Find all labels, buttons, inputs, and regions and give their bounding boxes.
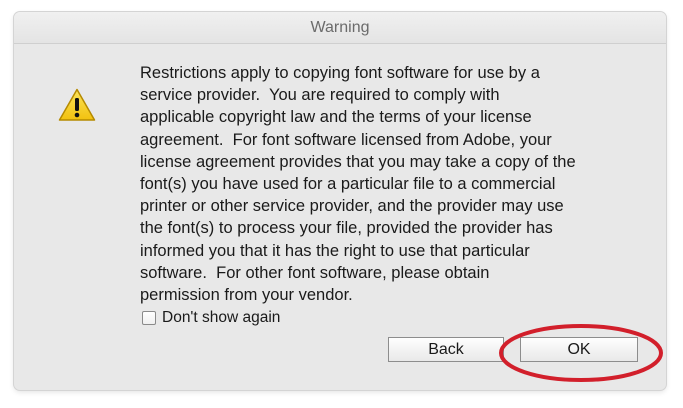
message-line: Restrictions apply to copying font softw… — [140, 64, 540, 82]
message-line: informed you that it has the right to us… — [140, 241, 530, 260]
message-line: the font(s) to process your file, provid… — [140, 219, 553, 238]
message-line: license agreement provides that you may … — [140, 152, 576, 171]
warning-dialog: Warning Restrictions apply to copying fo… — [14, 12, 666, 390]
dialog-titlebar[interactable]: Warning — [14, 12, 666, 44]
dont-show-again-label[interactable]: Don't show again — [162, 309, 280, 327]
message-line: printer or other service provider, and t… — [140, 197, 564, 216]
dont-show-again-checkbox[interactable] — [142, 311, 156, 325]
message-line: service provider. You are required to co… — [140, 86, 500, 105]
message-line: applicable copyright law and the terms o… — [140, 108, 532, 127]
message-line: permission from your vendor. — [140, 286, 353, 305]
back-button[interactable]: Back — [388, 337, 504, 362]
warning-triangle-icon — [58, 88, 96, 121]
dialog-title: Warning — [310, 19, 370, 36]
message-line: software. For other font software, pleas… — [140, 263, 490, 282]
dont-show-again-option[interactable]: Don't show again — [142, 308, 280, 328]
message-line: font(s) you have used for a particular f… — [140, 175, 556, 194]
ok-button[interactable]: OK — [520, 337, 638, 362]
message-line: agreement. For font software licensed fr… — [140, 130, 552, 149]
warning-message: Restrictions apply to copying font softw… — [140, 62, 650, 306]
